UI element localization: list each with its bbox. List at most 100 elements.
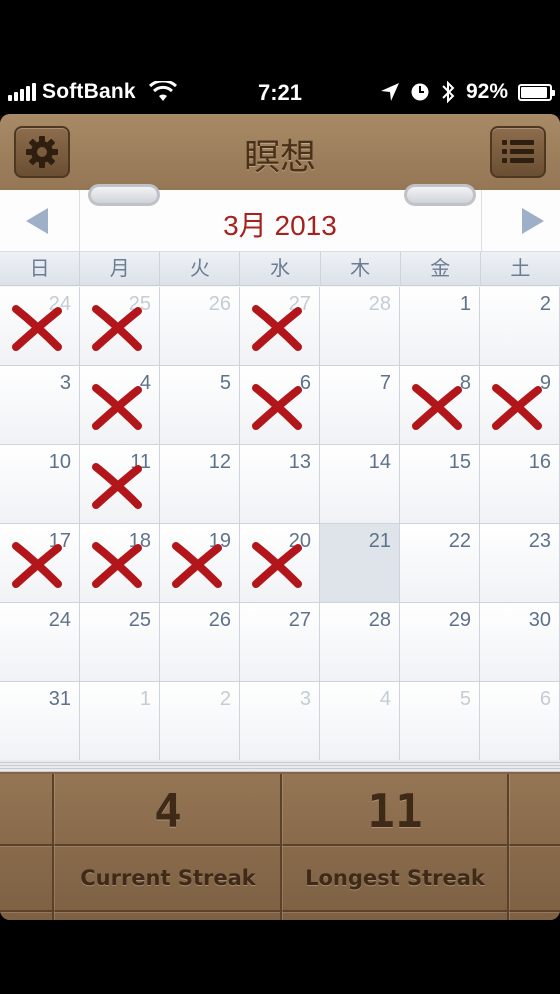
day-cell[interactable]: 7 [320, 366, 400, 445]
day-number: 3 [59, 372, 71, 394]
weekday-label: 金 [401, 252, 481, 285]
day-cell[interactable]: 24 [0, 603, 80, 682]
completed-x-mark [412, 384, 462, 430]
location-icon [380, 83, 399, 101]
day-cell[interactable]: 14 [320, 445, 400, 524]
month-header: 3月 2013 [0, 184, 560, 252]
day-cell[interactable]: 1 [400, 287, 480, 366]
day-number: 24 [48, 609, 71, 631]
binder-clip-right [404, 184, 476, 206]
day-number: 2 [539, 293, 551, 315]
day-number: 26 [208, 293, 231, 315]
completed-x-mark [252, 305, 302, 351]
binder-clip-left [88, 184, 160, 206]
day-number: 31 [48, 688, 71, 710]
day-cell[interactable]: 26 [160, 287, 240, 366]
day-cell[interactable]: 5 [160, 366, 240, 445]
day-number: 6 [539, 688, 551, 710]
day-cell[interactable]: 4 [320, 682, 400, 761]
day-number: 27 [288, 609, 311, 631]
day-number: 3 [299, 688, 311, 710]
day-cell[interactable]: 31 [0, 682, 80, 761]
weekday-label: 日 [0, 252, 81, 285]
day-cell[interactable]: 27 [240, 287, 320, 366]
weekday-label: 木 [321, 252, 401, 285]
status-right: 92% [380, 80, 555, 104]
day-cell[interactable]: 30 [480, 603, 560, 682]
day-cell[interactable]: 25 [80, 603, 160, 682]
completed-x-mark [12, 305, 62, 351]
day-cell[interactable]: 8 [400, 366, 480, 445]
day-cell[interactable]: 12 [160, 445, 240, 524]
day-cell[interactable]: 3 [0, 366, 80, 445]
header-bar: 瞑想 [0, 114, 560, 190]
day-number: 1 [139, 688, 151, 710]
day-cell[interactable]: 1 [80, 682, 160, 761]
battery-percent: 92% [465, 80, 508, 103]
battery-fill [521, 86, 547, 98]
day-cell[interactable]: 22 [400, 524, 480, 603]
day-cell[interactable]: 13 [240, 445, 320, 524]
day-number: 14 [368, 451, 391, 473]
completed-x-mark [172, 542, 222, 588]
day-cell[interactable]: 11 [80, 445, 160, 524]
day-cell[interactable]: 26 [160, 603, 240, 682]
completed-x-mark [492, 384, 542, 430]
page-title: 瞑想 [243, 137, 316, 178]
day-number: 13 [288, 451, 311, 473]
day-cell[interactable]: 24 [0, 287, 80, 366]
day-cell[interactable]: 28 [320, 287, 400, 366]
day-number: 22 [448, 530, 471, 552]
day-cell[interactable]: 27 [240, 603, 320, 682]
day-cell[interactable]: 6 [480, 682, 560, 761]
streak-panel: 4 Current Streak 11 Longest Streak [0, 774, 560, 920]
longest-streak-value-box: 11 [281, 784, 509, 838]
weekday-header: 日月火水木金 土 [0, 252, 560, 286]
day-number: 23 [528, 530, 551, 552]
day-cell[interactable]: 5 [400, 682, 480, 761]
day-cell[interactable]: 18 [80, 524, 160, 603]
current-streak-label: Current Streak [80, 866, 256, 890]
day-number: 16 [528, 451, 551, 473]
day-cell[interactable]: 10 [0, 445, 80, 524]
day-cell[interactable]: 2 [160, 682, 240, 761]
completed-x-mark [92, 384, 142, 430]
next-month-button[interactable] [522, 208, 544, 234]
list-button[interactable] [490, 126, 546, 178]
day-cell[interactable]: 28 [320, 603, 400, 682]
day-number: 28 [368, 293, 391, 315]
completed-x-mark [252, 542, 302, 588]
day-cell[interactable]: 20 [240, 524, 320, 603]
weekday-label: 水 [240, 252, 321, 285]
day-cell[interactable]: 6 [240, 366, 320, 445]
day-cell[interactable]: 16 [480, 445, 560, 524]
status-bar: SoftBank 7:21 92% [0, 72, 560, 114]
day-number: 10 [48, 451, 71, 473]
day-number: 15 [448, 451, 471, 473]
list-icon [502, 140, 534, 163]
completed-x-mark [12, 542, 62, 588]
day-cell-today[interactable]: 21 [320, 524, 400, 603]
day-number: 28 [368, 609, 391, 631]
day-number: 12 [208, 451, 231, 473]
day-cell[interactable]: 25 [80, 287, 160, 366]
day-cell[interactable]: 19 [160, 524, 240, 603]
day-cell[interactable]: 9 [480, 366, 560, 445]
day-number: 2 [219, 688, 231, 710]
day-cell[interactable]: 2 [480, 287, 560, 366]
day-number: 25 [128, 609, 151, 631]
day-number: 1 [459, 293, 471, 315]
day-cell[interactable]: 3 [240, 682, 320, 761]
day-cell[interactable]: 17 [0, 524, 80, 603]
day-cell[interactable]: 4 [80, 366, 160, 445]
day-number: 4 [379, 688, 391, 710]
longest-streak-label: Longest Streak [305, 866, 485, 890]
day-number: 5 [459, 688, 471, 710]
weekday-label: 火 [160, 252, 241, 285]
day-cell[interactable]: 23 [480, 524, 560, 603]
day-cell[interactable]: 15 [400, 445, 480, 524]
calendar: 3月 2013 日月火水木金土 24 25 26 27 28 1 2 3 4 5 6 7 8 9 10 11 1… [0, 184, 560, 761]
day-cell[interactable]: 29 [400, 603, 480, 682]
day-number: 30 [528, 609, 551, 631]
longest-streak-label-box: Longest Streak [281, 866, 509, 890]
